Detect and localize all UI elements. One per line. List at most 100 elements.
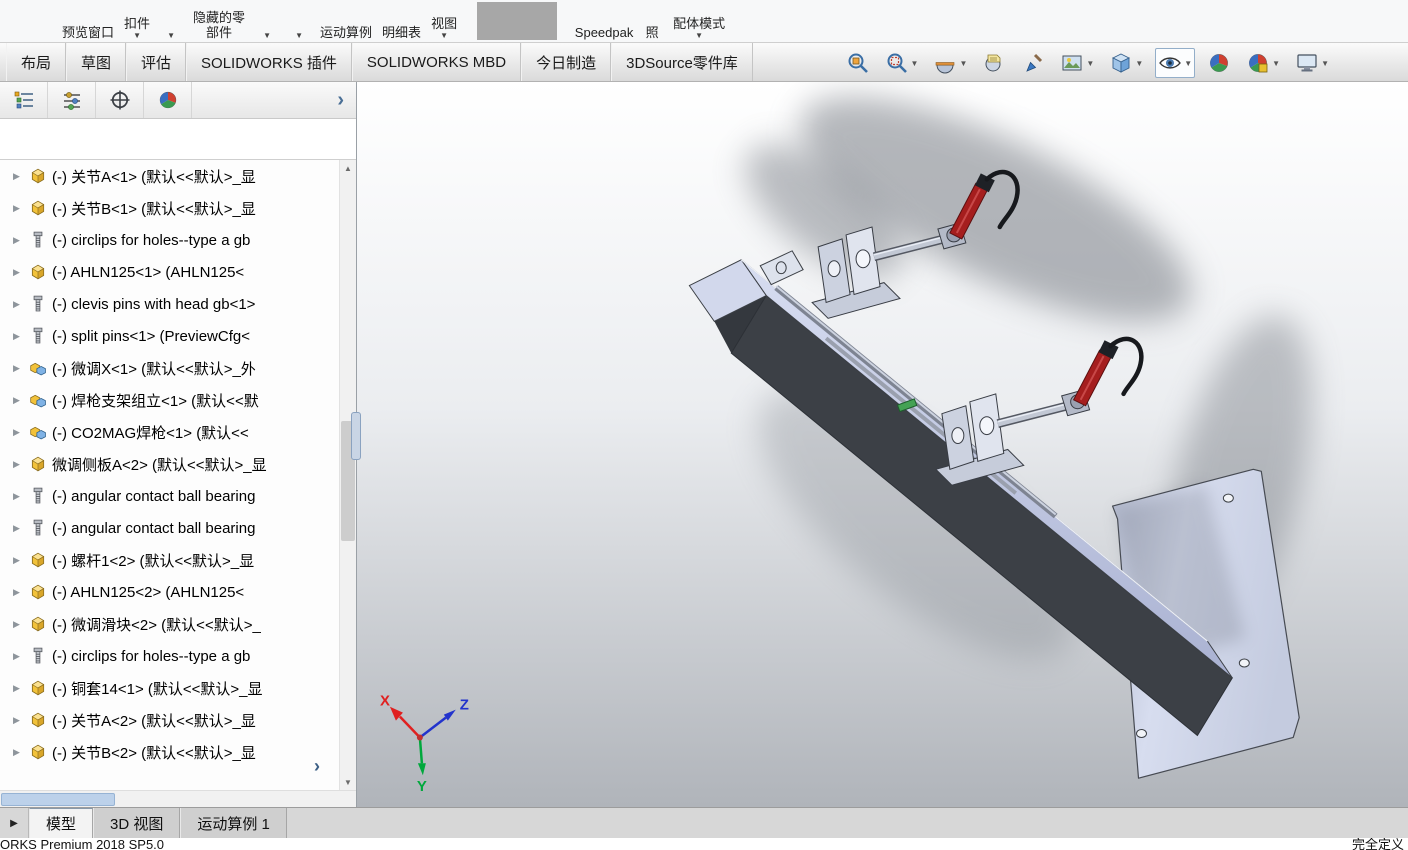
expand-arrow-icon[interactable]: ▶ (13, 203, 24, 214)
dropdown-caret-icon[interactable]: ▼ (263, 31, 271, 40)
ribbon-button[interactable]: 运动算例 ▼ (320, 25, 372, 40)
expand-arrow-icon[interactable]: ▶ (13, 651, 24, 662)
plate-hole (1136, 729, 1147, 738)
expand-arrow-icon[interactable]: ▶ (13, 747, 24, 758)
tree-item[interactable]: ▶ (-) 焊枪支架组立<1> (默认<<默 (0, 384, 340, 416)
expand-arrow-icon[interactable]: ▶ (13, 331, 24, 342)
scrollbar-thumb[interactable] (1, 793, 115, 806)
view-orientation-button[interactable]: ▼ (1106, 48, 1146, 78)
tree-item[interactable]: ▶ (-) 关节A<1> (默认<<默认>_显 (0, 160, 340, 192)
dropdown-caret-icon[interactable]: ▼ (1184, 59, 1192, 68)
annotation-view-button[interactable]: ▼ (979, 48, 1009, 78)
tree-item[interactable]: ▶ (-) AHLN125<1> (AHLN125< (0, 256, 340, 288)
expand-arrow-icon[interactable]: ▶ (13, 491, 24, 502)
tree-horizontal-scrollbar[interactable] (0, 790, 356, 807)
expand-arrow-icon[interactable]: ▶ (13, 555, 24, 566)
appearance-ball-button[interactable]: ▼ (1204, 48, 1234, 78)
ribbon-button[interactable]: Speedpak ▼ (575, 25, 634, 40)
dropdown-caret-icon[interactable]: ▼ (695, 31, 703, 40)
expand-arrow-icon[interactable]: ▶ (13, 459, 24, 470)
ribbon-button[interactable]: ▼ (288, 31, 310, 40)
expand-arrow-icon[interactable]: ▶ (13, 683, 24, 694)
expand-arrow-icon[interactable]: ▶ (13, 715, 24, 726)
view-settings-button[interactable]: ▼ (1292, 48, 1332, 78)
ribbon-button[interactable]: ▼ (160, 31, 182, 40)
dropdown-caret-icon[interactable]: ▼ (167, 31, 175, 40)
expand-arrow-icon[interactable]: ▶ (13, 299, 24, 310)
ribbon-button[interactable]: 配体模式 ▼ (673, 16, 725, 40)
scene-ball-button[interactable]: ▼ (1243, 48, 1283, 78)
ribbon-button[interactable]: 明细表 ▼ (382, 25, 421, 40)
dropdown-caret-icon[interactable]: ▼ (1272, 59, 1280, 68)
tree-item[interactable]: ▶ (-) angular contact ball bearing (0, 512, 340, 544)
sheet-tab[interactable]: 模型 (29, 808, 94, 838)
panel-splitter-handle[interactable] (351, 412, 361, 460)
edit-appearance-button[interactable]: ▼ (1018, 48, 1048, 78)
tree-item[interactable]: ▶ (-) circlips for holes--type a gb (0, 224, 340, 256)
command-tab[interactable]: SOLIDWORKS 插件 (186, 43, 352, 81)
3d-viewport[interactable]: X Z Y (357, 82, 1408, 807)
expand-arrow-icon[interactable]: ▶ (13, 587, 24, 598)
tree-item[interactable]: ▶ (-) circlips for holes--type a gb (0, 640, 340, 672)
hide-show-items-button[interactable]: ▼ (1155, 48, 1196, 78)
tree-item[interactable]: ▶ (-) split pins<1> (PreviewCfg< (0, 320, 340, 352)
command-tab[interactable]: 今日制造 (521, 43, 612, 81)
tree-vertical-scrollbar[interactable]: ▲ ▼ (339, 160, 356, 790)
tree-item[interactable]: ▶ (-) 关节B<2> (默认<<默认>_显 (0, 736, 340, 768)
featuremanager-tab[interactable] (0, 82, 48, 118)
sheet-tab-scroll-button[interactable]: ▶ (0, 808, 29, 838)
configurationmanager-tab[interactable] (96, 82, 144, 118)
command-tab[interactable]: 评估 (126, 43, 187, 81)
expand-arrow-icon[interactable]: ▶ (13, 267, 24, 278)
expand-arrow-icon[interactable]: ▶ (13, 619, 24, 630)
sheet-tab[interactable]: 运动算例 1 (180, 808, 287, 838)
ribbon-button[interactable]: 照 ▼ (641, 25, 663, 40)
tree-item[interactable]: ▶ (-) 铜套14<1> (默认<<默认>_显 (0, 672, 340, 704)
dropdown-caret-icon[interactable]: ▼ (133, 31, 141, 40)
tree-item[interactable]: ▶ (-) 微调X<1> (默认<<默认>_外 (0, 352, 340, 384)
ribbon-button[interactable]: 视图 ▼ (431, 16, 457, 40)
tree-item[interactable]: ▶ (-) AHLN125<2> (AHLN125< (0, 576, 340, 608)
bolt-icon (34, 232, 42, 247)
panel-flyout-arrow[interactable]: › (337, 90, 344, 110)
displaymanager-tab[interactable] (144, 82, 192, 118)
tree-item[interactable]: ▶ (-) CO2MAG焊枪<1> (默认<< (0, 416, 340, 448)
tree-item[interactable]: ▶ (-) angular contact ball bearing (0, 480, 340, 512)
ribbon-button[interactable]: 隐藏的零部件 ▼ (192, 10, 246, 40)
zoom-fit-button[interactable]: ▼ (843, 48, 873, 78)
expand-arrow-icon[interactable]: ▶ (13, 363, 24, 374)
ribbon-button[interactable]: 预览窗口 ▼ (62, 25, 114, 40)
expand-arrow-icon[interactable]: ▶ (13, 395, 24, 406)
tree-item[interactable]: ▶ (-) 螺杆1<2> (默认<<默认>_显 (0, 544, 340, 576)
panel-expand-arrow[interactable]: › (314, 756, 320, 777)
section-view-button[interactable]: ▼ (930, 48, 970, 78)
expand-arrow-icon[interactable]: ▶ (13, 171, 24, 182)
expand-arrow-icon[interactable]: ▶ (13, 235, 24, 246)
tree-item[interactable]: ▶ (-) 关节A<2> (默认<<默认>_显 (0, 704, 340, 736)
apply-scene-button[interactable]: ▼ (1057, 48, 1097, 78)
ribbon-button[interactable]: 扣件 ▼ (124, 16, 150, 40)
dropdown-caret-icon[interactable]: ▼ (1321, 59, 1329, 68)
ribbon-button[interactable]: ▼ (256, 31, 278, 40)
expand-arrow-icon[interactable]: ▶ (13, 523, 24, 534)
command-tab[interactable]: 布局 (6, 43, 67, 81)
zoom-area-button[interactable]: ▼ (882, 48, 922, 78)
expand-arrow-icon[interactable]: ▶ (13, 427, 24, 438)
dropdown-caret-icon[interactable]: ▼ (440, 31, 448, 40)
tree-item[interactable]: ▶ (-) clevis pins with head gb<1> (0, 288, 340, 320)
dropdown-caret-icon[interactable]: ▼ (295, 31, 303, 40)
tree-item[interactable]: ▶ (-) 微调滑块<2> (默认<<默认>_ (0, 608, 340, 640)
dropdown-caret-icon[interactable]: ▼ (1135, 59, 1143, 68)
tree-item[interactable]: ▶ (-) 关节B<1> (默认<<默认>_显 (0, 192, 340, 224)
dropdown-caret-icon[interactable]: ▼ (1086, 59, 1094, 68)
dropdown-caret-icon[interactable]: ▼ (959, 59, 967, 68)
tree-item[interactable]: ▶ 微调侧板A<2> (默认<<默认>_显 (0, 448, 340, 480)
command-tab[interactable]: SOLIDWORKS MBD (351, 43, 522, 81)
dropdown-caret-icon[interactable]: ▼ (911, 59, 919, 68)
sheet-tab[interactable]: 3D 视图 (93, 808, 181, 838)
command-tab[interactable]: 草图 (66, 43, 127, 81)
scroll-down-icon[interactable]: ▼ (340, 774, 356, 790)
propertymanager-tab[interactable] (48, 82, 96, 118)
scroll-up-icon[interactable]: ▲ (340, 160, 356, 176)
command-tab[interactable]: 3DSource零件库 (611, 43, 753, 81)
